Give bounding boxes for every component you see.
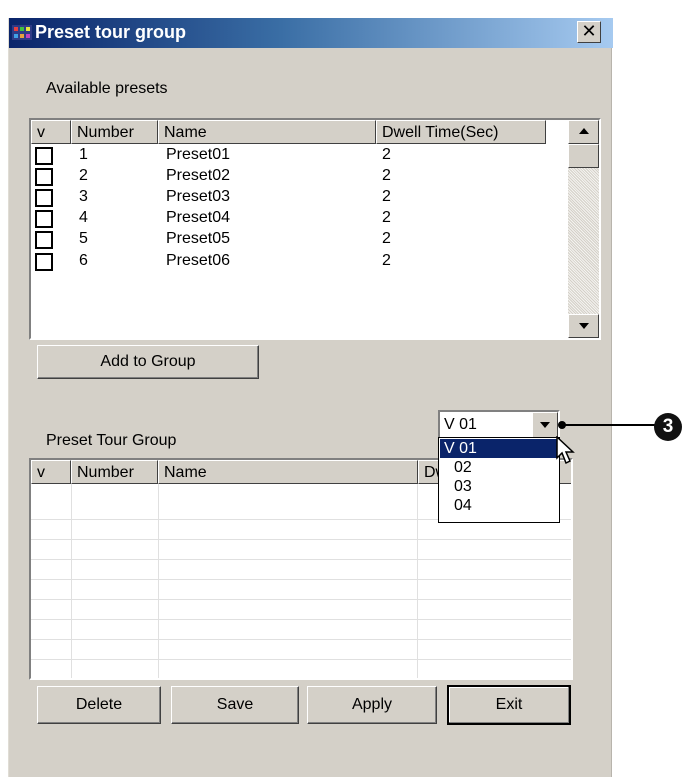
preset-number: 6 xyxy=(79,252,88,269)
title-bar[interactable]: Preset tour group ✕ xyxy=(9,18,613,48)
preset-checkbox[interactable] xyxy=(35,168,53,186)
available-presets-label: Available presets xyxy=(46,80,168,97)
grid-line xyxy=(31,559,571,560)
save-button[interactable]: Save xyxy=(171,686,299,724)
preset-checkbox[interactable] xyxy=(35,231,53,249)
add-to-group-button[interactable]: Add to Group xyxy=(37,345,259,379)
vertical-scrollbar[interactable] xyxy=(568,120,599,338)
preset-number: 3 xyxy=(79,188,88,205)
grid-line xyxy=(158,484,159,678)
dropdown-option-02[interactable]: 02 xyxy=(440,458,558,477)
preset-name: Preset03 xyxy=(166,188,231,205)
col-header-name[interactable]: Name xyxy=(158,460,418,484)
grid-line xyxy=(31,619,571,620)
exit-button[interactable]: Exit xyxy=(447,685,571,725)
callout-dot xyxy=(558,421,566,429)
close-button[interactable]: ✕ xyxy=(577,21,601,43)
preset-dwell: 2 xyxy=(382,188,391,205)
col-header-v[interactable]: v xyxy=(31,460,71,484)
preset-checkbox[interactable] xyxy=(35,210,53,228)
tour-group-dropdown-list: V 01 02 03 04 xyxy=(438,437,560,523)
preset-number: 5 xyxy=(79,230,88,247)
callout-line xyxy=(561,424,665,426)
preset-checkbox[interactable] xyxy=(35,189,53,207)
scroll-down-button[interactable] xyxy=(568,314,599,338)
preset-tour-group-label: Preset Tour Group xyxy=(46,432,177,449)
scroll-up-button[interactable] xyxy=(568,120,599,144)
delete-button[interactable]: Delete xyxy=(37,686,161,724)
col-header-dwell[interactable]: Dwell Time(Sec) xyxy=(376,120,546,144)
scroll-up-icon xyxy=(579,128,589,134)
preset-dwell: 2 xyxy=(382,230,391,247)
scroll-thumb[interactable] xyxy=(568,144,599,168)
col-header-number[interactable]: Number xyxy=(71,120,158,144)
preset-name: Preset01 xyxy=(166,146,231,163)
mouse-cursor-icon xyxy=(556,436,575,465)
grid-line xyxy=(31,539,571,540)
preset-checkbox[interactable] xyxy=(35,147,53,165)
grid-line xyxy=(31,579,571,580)
preset-name: Preset04 xyxy=(166,209,231,226)
grid-line xyxy=(71,484,72,678)
preset-dwell: 2 xyxy=(382,167,391,184)
grid-line xyxy=(417,484,418,678)
preset-tour-group-window: Preset tour group ✕ Available presets v … xyxy=(8,18,613,777)
tour-group-selected-value: V 01 xyxy=(444,416,477,433)
grid-line xyxy=(31,639,571,640)
col-header-v[interactable]: v xyxy=(31,120,71,144)
apply-button[interactable]: Apply xyxy=(307,686,437,724)
grid-line xyxy=(31,599,571,600)
scroll-down-icon xyxy=(579,323,589,329)
dropdown-option-03[interactable]: 03 xyxy=(440,477,558,496)
preset-dwell: 2 xyxy=(382,252,391,269)
callout-number: 3 xyxy=(654,413,682,441)
close-icon: ✕ xyxy=(581,21,597,42)
available-presets-table: v Number Name Dwell Time(Sec) 1 Preset01… xyxy=(29,118,601,340)
dropdown-arrow-button[interactable] xyxy=(532,412,558,438)
preset-name: Preset05 xyxy=(166,230,231,247)
tour-group-select[interactable]: V 01 xyxy=(438,410,560,440)
preset-name: Preset02 xyxy=(166,167,231,184)
dropdown-option-04[interactable]: 04 xyxy=(440,496,558,515)
window-title: Preset tour group xyxy=(35,22,187,42)
app-icon xyxy=(12,25,32,40)
preset-number: 2 xyxy=(79,167,88,184)
preset-checkbox[interactable] xyxy=(35,253,53,271)
preset-number: 4 xyxy=(79,209,88,226)
preset-number: 1 xyxy=(79,146,88,163)
dropdown-arrow-icon xyxy=(540,422,550,428)
preset-dwell: 2 xyxy=(382,146,391,163)
preset-dwell: 2 xyxy=(382,209,391,226)
dropdown-option-v01[interactable]: V 01 xyxy=(440,439,558,458)
col-header-number[interactable]: Number xyxy=(71,460,158,484)
grid-line xyxy=(31,659,571,660)
col-header-name[interactable]: Name xyxy=(158,120,376,144)
preset-name: Preset06 xyxy=(166,252,231,269)
